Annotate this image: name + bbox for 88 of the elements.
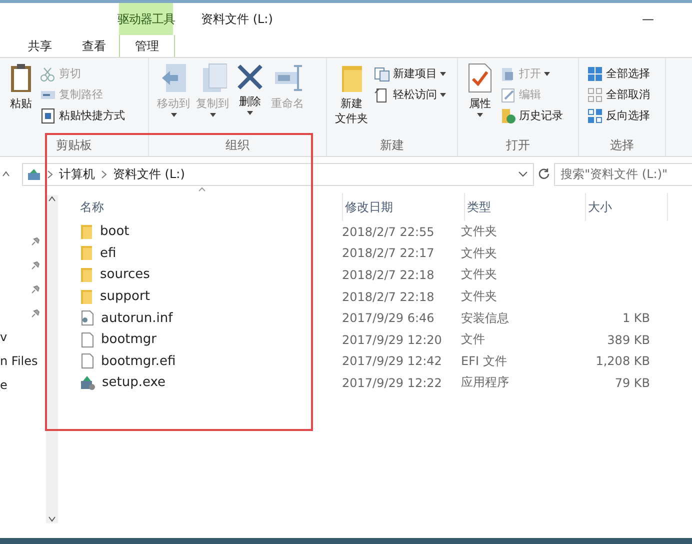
edit-icon — [500, 86, 516, 102]
column-header[interactable]: 类型 — [465, 193, 586, 221]
file-name[interactable]: sources — [100, 267, 150, 282]
rename-icon — [272, 62, 302, 94]
group-label: 新建 — [379, 136, 405, 154]
ribbon-button[interactable]: 轻松访问 — [372, 85, 448, 104]
date-cell: 2018/2/7 22:18 — [342, 290, 434, 304]
file-name[interactable]: boot — [100, 224, 130, 240]
type-cell: 文件夹 — [461, 266, 497, 284]
breadcrumb[interactable]: 资料文件 (L:) — [112, 166, 185, 182]
ribbon-button[interactable]: 全部取消 — [585, 85, 652, 104]
column-header[interactable]: 大小 — [586, 193, 668, 221]
minimize-button[interactable]: — — [642, 3, 654, 35]
ribbon-tab[interactable]: 管理 — [119, 35, 175, 57]
date-cell: 2018/2/7 22:18 — [342, 268, 434, 282]
ribbon-button[interactable]: 新建项目 — [372, 64, 448, 83]
ribbon-button[interactable]: 粘贴 — [6, 62, 36, 134]
type-cell: 文件夹 — [461, 244, 497, 262]
size-cell: 1 KB — [622, 311, 650, 326]
settings-file-icon — [80, 310, 94, 326]
date-cell: 2018/2/7 22:55 — [342, 224, 434, 239]
installer-icon — [80, 374, 95, 391]
date-cell: 2017/9/29 12:22 — [342, 376, 442, 390]
type-cell: 安装信息 — [461, 310, 509, 327]
close-icon — [235, 62, 265, 92]
ribbon-button[interactable]: 新建 文件夹 — [333, 62, 370, 134]
column-header[interactable]: 修改日期 — [343, 193, 465, 221]
scroll-up-icon[interactable] — [48, 195, 56, 203]
group-label: 剪贴板 — [55, 136, 93, 154]
group-label: 打开 — [505, 136, 531, 154]
date-cell: 2018/2/7 22:17 — [342, 246, 434, 260]
file-icon — [80, 332, 94, 348]
file-name[interactable]: bootmgr.efi — [101, 354, 176, 369]
file-name[interactable]: support — [100, 289, 150, 304]
scrollbar[interactable] — [46, 195, 58, 523]
chevron-icon — [100, 170, 107, 178]
ribbon-button[interactable]: 全部选择 — [585, 64, 652, 83]
nav-item[interactable]: n Files — [0, 354, 38, 368]
ribbon-button[interactable]: 粘贴快捷方式 — [38, 106, 127, 125]
nav-item[interactable]: v — [0, 330, 8, 344]
size-cell: 389 KB — [607, 332, 650, 347]
window-title: 资料文件 (L:) — [201, 10, 273, 28]
file-name[interactable]: setup.exe — [102, 375, 166, 390]
file-icon — [80, 353, 94, 370]
select-none-icon — [587, 86, 603, 102]
ribbon-button[interactable]: 历史记录 — [498, 106, 565, 125]
size-cell: 1,208 KB — [596, 354, 650, 368]
refresh-icon[interactable] — [538, 168, 550, 180]
file-name[interactable]: efi — [100, 246, 116, 261]
shortcut-icon — [40, 108, 56, 124]
type-cell: 文件 — [461, 331, 485, 348]
address-bar[interactable]: 计算机 资料文件 (L:) — [22, 162, 534, 186]
open-icon — [500, 66, 516, 82]
column-header[interactable]: 名称 — [78, 193, 343, 221]
type-cell: EFI 文件 — [461, 352, 507, 370]
new-item-icon — [374, 66, 390, 82]
ribbon-button[interactable]: 属性 — [464, 62, 496, 134]
select-all-icon — [587, 66, 603, 82]
type-cell: 应用程序 — [461, 374, 509, 392]
chevron-icon — [46, 170, 53, 178]
breadcrumb[interactable]: 计算机 — [58, 166, 95, 182]
type-cell: 文件夹 — [461, 223, 497, 240]
folder-icon — [80, 288, 93, 305]
ribbon-button[interactable]: 反向选择 — [585, 106, 652, 125]
type-cell: 文件夹 — [461, 288, 497, 306]
move-to-icon — [160, 62, 188, 94]
ribbon-button[interactable]: 删除 — [233, 62, 267, 134]
group-label: 组织 — [224, 136, 250, 154]
history-icon — [500, 108, 516, 124]
scroll-down-icon[interactable] — [48, 515, 56, 523]
invert-selection-icon — [587, 108, 603, 124]
size-cell: 79 KB — [614, 376, 650, 390]
date-cell: 2017/9/29 12:20 — [342, 332, 442, 347]
dropdown-icon[interactable] — [518, 171, 528, 177]
nav-item[interactable]: e — [0, 378, 8, 392]
file-name[interactable]: bootmgr — [101, 332, 157, 348]
date-cell: 2017/9/29 6:46 — [342, 311, 434, 326]
clipboard-icon — [8, 62, 34, 94]
scissors-icon — [40, 66, 56, 82]
drive-icon — [26, 168, 41, 180]
folder-icon — [80, 245, 93, 262]
group-label: 选择 — [609, 136, 635, 154]
file-name[interactable]: autorun.inf — [101, 310, 173, 326]
date-cell: 2017/9/29 12:42 — [342, 354, 442, 368]
folder-icon — [80, 266, 93, 283]
folder-icon — [80, 224, 93, 240]
search-field[interactable]: 搜索"资料文件 (L:)" — [554, 162, 692, 186]
properties-icon — [466, 62, 494, 94]
